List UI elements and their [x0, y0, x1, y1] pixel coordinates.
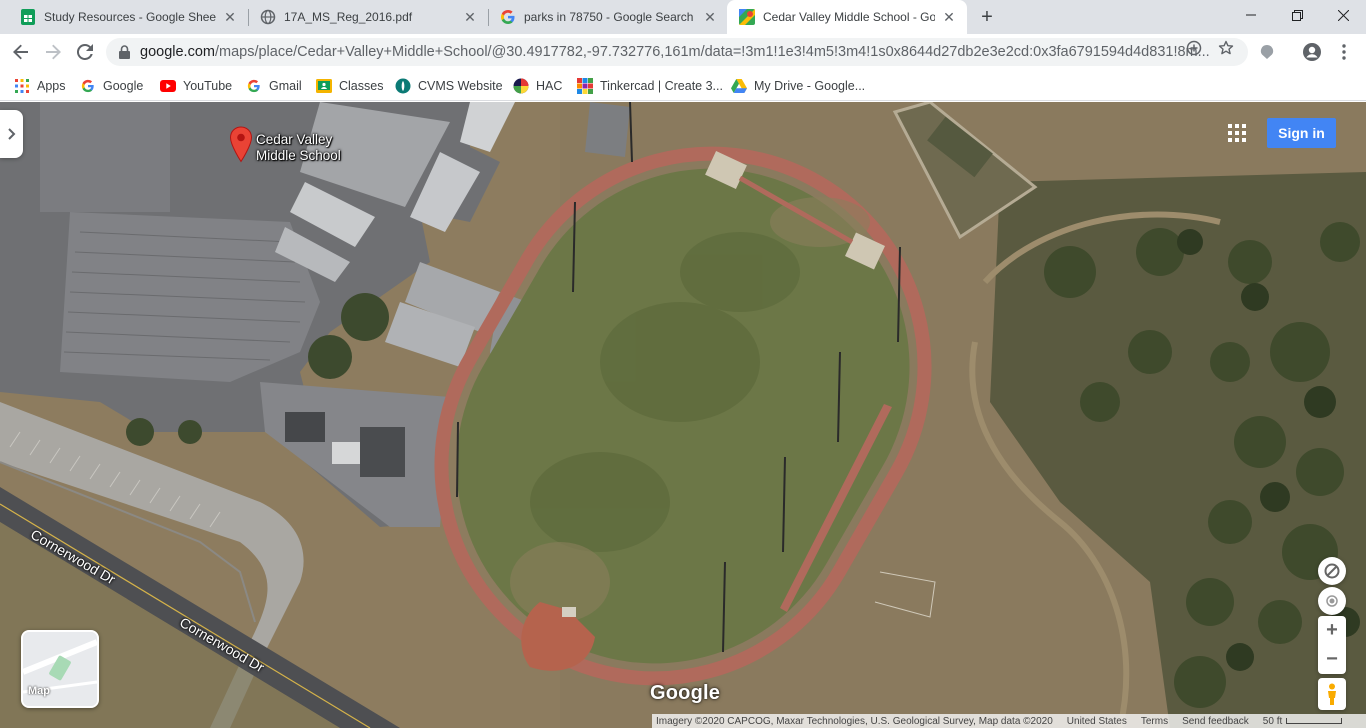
bookmark-label: Classes	[339, 79, 384, 93]
url-path: /maps/place/Cedar+Valley+Middle+School/@…	[214, 44, 1210, 60]
classroom-icon	[316, 78, 332, 94]
tab-strip: Study Resources - Google Sheets ✕ 17A_MS…	[0, 0, 1366, 34]
reload-icon	[77, 44, 93, 60]
compass-off-icon	[1324, 563, 1340, 579]
back-button[interactable]	[8, 39, 34, 65]
tab-study-resources[interactable]: Study Resources - Google Sheets ✕	[8, 0, 248, 34]
profile-avatar-icon[interactable]	[1302, 42, 1322, 62]
forward-button[interactable]	[40, 39, 66, 65]
url-text: google.com/maps/place/Cedar+Valley+Middl…	[140, 44, 1248, 60]
tilt-button[interactable]	[1318, 557, 1346, 585]
minimize-button[interactable]	[1228, 0, 1274, 30]
bookmark-classes[interactable]: Classes	[316, 76, 383, 96]
sheets-icon	[20, 9, 36, 25]
more-menu-icon[interactable]	[1334, 42, 1354, 62]
satellite-map[interactable]: Cedar Valley Middle School Sign in Corne…	[0, 102, 1366, 728]
expand-side-panel-button[interactable]	[0, 110, 23, 158]
chevron-right-icon	[7, 128, 15, 140]
lock-icon[interactable]	[116, 45, 132, 59]
tab-title: Study Resources - Google Sheets	[44, 10, 216, 24]
google-apps-icon[interactable]	[1228, 124, 1246, 142]
tab-cedar-valley-maps[interactable]: Cedar Valley Middle School - Goo ✕	[727, 0, 967, 34]
bookmark-google[interactable]: Google	[80, 76, 143, 96]
map-type-label: Map	[28, 685, 50, 697]
bookmark-gmail[interactable]: Gmail	[246, 76, 302, 96]
tab-google-search[interactable]: parks in 78750 - Google Search ✕	[488, 0, 728, 34]
cvms-icon	[395, 78, 411, 94]
tinkercad-icon	[577, 78, 593, 94]
map-type-toggle[interactable]: Map	[21, 630, 99, 708]
install-app-icon[interactable]	[1185, 39, 1203, 57]
arrow-left-icon	[13, 44, 28, 60]
bookmark-label: My Drive - Google...	[754, 79, 866, 93]
youtube-icon	[160, 78, 176, 94]
close-window-button[interactable]	[1320, 0, 1366, 30]
bookmark-apps[interactable]: Apps	[14, 76, 66, 96]
arrow-right-icon	[46, 44, 61, 60]
street-view-pegman[interactable]	[1318, 678, 1346, 710]
map-footer: Imagery ©2020 CAPCOG, Maxar Technologies…	[652, 714, 1366, 728]
tab-title: 17A_MS_Reg_2016.pdf	[284, 10, 413, 24]
close-icon[interactable]: ✕	[222, 9, 238, 25]
terms-link[interactable]: Terms	[1141, 716, 1168, 727]
region-label[interactable]: United States	[1067, 716, 1127, 727]
hac-icon	[513, 78, 529, 94]
scale-label[interactable]: 50 ft	[1263, 716, 1282, 727]
pegman-icon	[1328, 683, 1336, 705]
my-location-button[interactable]	[1318, 587, 1346, 615]
zoom-out-button[interactable]: −	[1318, 645, 1346, 674]
scale-bar[interactable]	[1286, 718, 1343, 724]
bookmark-star-icon[interactable]	[1217, 39, 1235, 57]
apps-grid-icon	[14, 78, 30, 94]
location-icon	[1326, 595, 1338, 607]
bookmark-cvms[interactable]: CVMS Website	[395, 76, 503, 96]
close-icon[interactable]: ✕	[462, 9, 478, 25]
google-icon	[80, 78, 96, 94]
bookmark-tinkercad[interactable]: Tinkercad | Create 3...	[577, 76, 723, 96]
google-icon	[500, 9, 516, 25]
url-host: google.com	[140, 44, 215, 60]
close-icon[interactable]: ✕	[941, 9, 957, 25]
close-icon[interactable]: ✕	[702, 9, 718, 25]
tab-title: parks in 78750 - Google Search	[524, 10, 694, 24]
globe-icon	[260, 9, 276, 25]
bookmark-label: Google	[103, 79, 144, 93]
send-feedback-link[interactable]: Send feedback	[1182, 716, 1249, 727]
browser-toolbar: google.com/maps/place/Cedar+Valley+Middl…	[0, 34, 1366, 70]
google-logo: Google	[650, 682, 721, 704]
extension-icon[interactable]	[1257, 42, 1277, 62]
bookmark-label: CVMS Website	[418, 79, 503, 93]
bookmark-label: YouTube	[183, 79, 233, 93]
bookmark-label: Gmail	[269, 79, 302, 93]
place-pin-icon[interactable]	[229, 126, 253, 164]
bookmark-youtube[interactable]: YouTube	[160, 76, 232, 96]
bookmark-label: Apps	[37, 79, 66, 93]
restore-button[interactable]	[1274, 0, 1320, 30]
drive-icon	[731, 78, 747, 94]
place-label[interactable]: Cedar Valley Middle School	[256, 132, 354, 164]
tab-title: Cedar Valley Middle School - Goo	[763, 10, 935, 24]
bookmark-my-drive[interactable]: My Drive - Google...	[731, 76, 865, 96]
sign-in-button[interactable]: Sign in	[1267, 118, 1336, 148]
reload-button[interactable]	[72, 39, 98, 65]
tab-pdf[interactable]: 17A_MS_Reg_2016.pdf ✕	[248, 0, 488, 34]
maps-icon	[739, 9, 755, 25]
bookmarks-bar: Apps Google YouTube Gmail Classes CVMS W…	[0, 70, 1366, 101]
bookmark-label: HAC	[536, 79, 563, 93]
google-icon	[246, 78, 262, 94]
zoom-control: + −	[1318, 616, 1346, 674]
bookmark-hac[interactable]: HAC	[513, 76, 562, 96]
bookmark-label: Tinkercad | Create 3...	[600, 79, 723, 93]
imagery-credit: Imagery ©2020 CAPCOG, Maxar Technologies…	[656, 715, 1053, 727]
address-bar[interactable]: google.com/maps/place/Cedar+Valley+Middl…	[106, 38, 1248, 66]
new-tab-button[interactable]: +	[976, 6, 998, 28]
place-label-text: Cedar Valley Middle School	[256, 132, 341, 163]
zoom-in-button[interactable]: +	[1318, 616, 1346, 645]
